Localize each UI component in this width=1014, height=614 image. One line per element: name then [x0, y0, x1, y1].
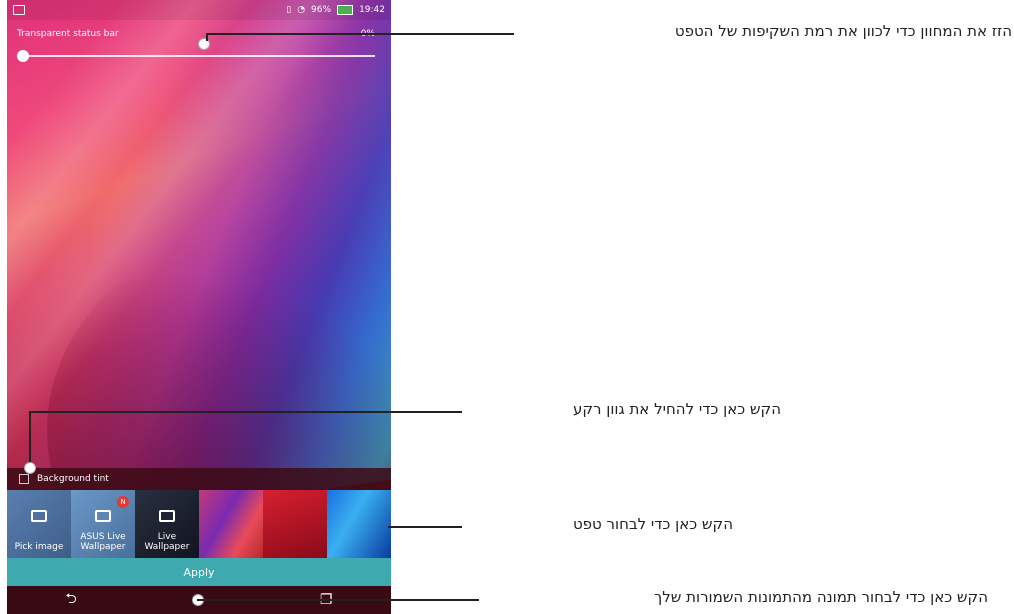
apply-label: Apply	[183, 565, 215, 579]
wallpaper-thumbnail-strip[interactable]: Pick image N ASUS Live Wallpaper Live Wa…	[7, 490, 391, 558]
callout-text-tint: הקש כאן כדי להחיל את גוון רקע	[572, 400, 781, 418]
transparency-slider-track[interactable]	[21, 55, 375, 57]
transparent-status-bar-label: Transparent status bar	[17, 29, 119, 39]
callout-text-slider: הזז את המחוון כדי לכוון את רמת השקיפות ש…	[674, 22, 1012, 40]
background-tint-label: Background tint	[37, 474, 109, 484]
clock: 19:42	[359, 5, 385, 15]
transparency-slider-thumb[interactable]	[17, 50, 29, 62]
callout-line-wallpaper	[388, 526, 462, 528]
gallery-notification-icon	[13, 5, 25, 15]
callout-connector-tint	[29, 411, 31, 467]
thumb-label: Live Wallpaper	[144, 532, 190, 552]
callout-dot-slider	[198, 38, 210, 50]
background-tint-row[interactable]: Background tint	[7, 468, 391, 490]
thumb-label: Pick image	[14, 542, 64, 552]
vibrate-icon: ▯	[286, 5, 292, 15]
image-icon	[31, 510, 47, 522]
new-badge: N	[117, 496, 129, 508]
callout-dot-tint	[24, 462, 36, 474]
thumb-label: ASUS Live Wallpaper	[80, 532, 126, 552]
callout-text-wallpaper: הקש כאן כדי לבחור טפט	[572, 515, 733, 533]
back-icon[interactable]: ⮌	[66, 588, 77, 612]
battery-percent: 96%	[311, 5, 332, 15]
wallpaper-thumb[interactable]	[327, 490, 391, 558]
status-icons: ▯ ◔ 96% 19:42	[286, 5, 385, 15]
status-bar: ▯ ◔ 96% 19:42	[7, 0, 391, 20]
callout-text-gallery: הקש כאן כדי לבחור תמונה מהתמונות השמורות…	[654, 588, 988, 606]
callout-line-gallery	[197, 599, 479, 601]
callout-line-tint	[29, 411, 462, 413]
image-icon	[95, 510, 111, 522]
background-tint-checkbox[interactable]	[19, 474, 29, 484]
apply-button[interactable]: Apply	[7, 558, 391, 586]
phone-screen: ▯ ◔ 96% 19:42 Transparent status bar 0% …	[7, 0, 391, 614]
callout-line-slider	[206, 33, 514, 35]
wifi-icon: ◔	[297, 5, 306, 15]
wallpaper-thumb[interactable]	[199, 490, 263, 558]
image-icon	[159, 510, 175, 522]
wallpaper-thumb[interactable]	[263, 490, 327, 558]
pick-image-thumb[interactable]: Pick image	[7, 490, 71, 558]
live-wallpaper-thumb[interactable]: Live Wallpaper	[135, 490, 199, 558]
battery-icon	[337, 5, 354, 15]
asus-live-wallpaper-thumb[interactable]: N ASUS Live Wallpaper	[71, 490, 135, 558]
